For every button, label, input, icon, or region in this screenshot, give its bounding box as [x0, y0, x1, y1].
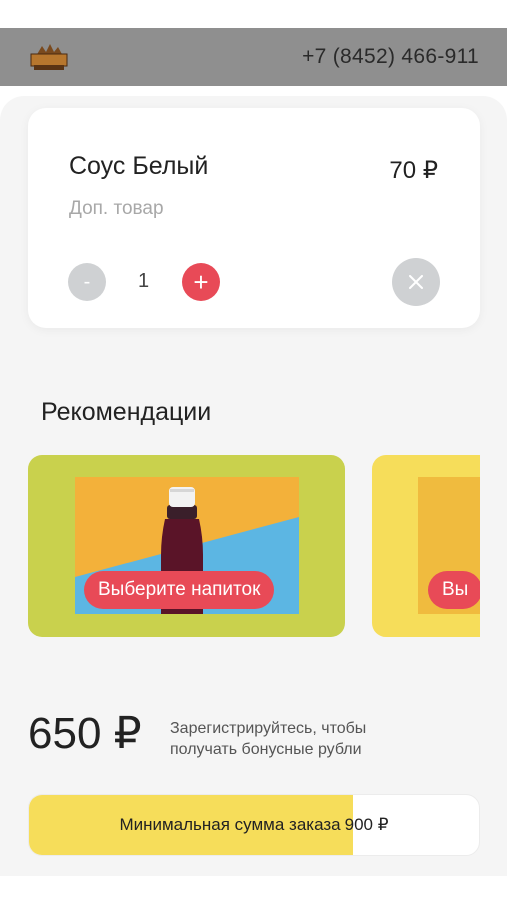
cart-item-card: Соус Белый Доп. товар 70 ₽ - 1 + [28, 108, 480, 328]
item-quantity: 1 [138, 270, 150, 292]
phone-number[interactable]: +7 (8452) 466-911 [302, 45, 479, 69]
increase-quantity-button[interactable]: + [182, 263, 220, 301]
recommendation-card[interactable]: Выберите напиток [28, 455, 345, 637]
min-order-amount: 900 ₽ [344, 815, 389, 834]
header: +7 (8452) 466-911 [0, 28, 507, 86]
recommendation-card[interactable]: Вы [372, 455, 480, 637]
min-order-progress: Минимальная сумма заказа 900 ₽ [28, 794, 480, 856]
close-icon [409, 275, 423, 289]
item-subtitle: Доп. товар [69, 198, 164, 219]
logo[interactable] [28, 42, 70, 72]
logo-icon [30, 44, 68, 70]
choose-drink-button[interactable]: Вы [428, 571, 480, 609]
min-order-label: Минимальная сумма заказа [119, 815, 341, 834]
decrease-quantity-button[interactable]: - [68, 263, 106, 301]
item-name: Соус Белый [69, 152, 209, 180]
recommendations-carousel[interactable]: Выберите напиток Вы [28, 455, 480, 637]
recommendations-title: Рекомендации [41, 398, 212, 426]
bonus-note[interactable]: Зарегистрируйтесь, чтобы получать бонусн… [170, 718, 410, 760]
screen: +7 (8452) 466-911 Соус Белый Доп. товар … [0, 0, 507, 900]
item-price: 70 ₽ [389, 157, 438, 184]
min-order-text: Минимальная сумма заказа 900 ₽ [29, 795, 479, 855]
choose-drink-button[interactable]: Выберите напиток [84, 571, 275, 609]
remove-item-button[interactable] [392, 258, 440, 306]
cart-sheet: Соус Белый Доп. товар 70 ₽ - 1 + Рекомен… [0, 96, 507, 876]
order-total: 650 ₽ [28, 709, 142, 758]
